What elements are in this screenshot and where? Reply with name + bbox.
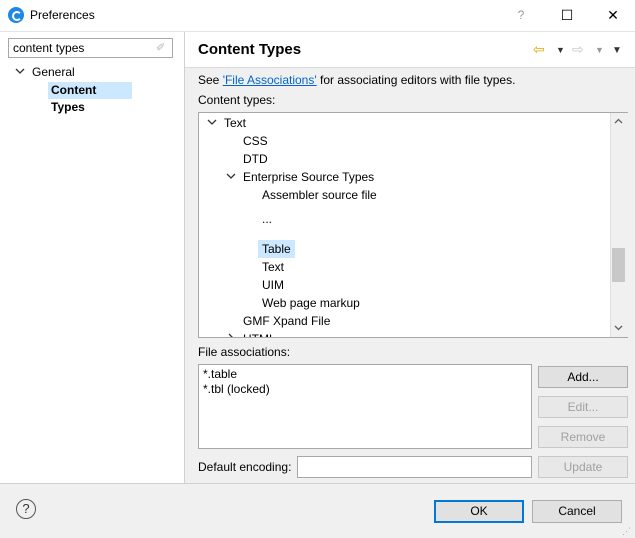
cancel-button[interactable]: Cancel — [532, 500, 622, 523]
vertical-scrollbar[interactable] — [610, 113, 628, 337]
file-associations-link[interactable]: 'File Associations' — [223, 73, 317, 87]
tree-item[interactable]: GMF Xpand File — [243, 312, 330, 330]
scroll-up-icon[interactable] — [614, 116, 623, 126]
tree-expander[interactable] — [226, 330, 236, 337]
clear-filter-icon[interactable]: ✐ — [156, 42, 168, 54]
file-associations-list[interactable] — [198, 364, 532, 449]
tree-item[interactable]: CSS — [243, 132, 268, 150]
tree-item[interactable]: Assembler source file — [262, 186, 377, 204]
maximize-button[interactable]: ☐ — [544, 0, 590, 31]
tree-expander[interactable] — [207, 114, 217, 132]
divider — [0, 483, 635, 484]
nav-item-content-types[interactable]: Content Types — [48, 82, 132, 114]
tree-item[interactable]: Web page markup — [262, 294, 360, 312]
window-title: Preferences — [30, 8, 95, 22]
ok-button[interactable]: OK — [434, 500, 524, 523]
description-suffix: for associating editors with file types. — [316, 73, 516, 87]
tree-item[interactable]: Text — [224, 114, 246, 132]
tree-item[interactable]: UIM — [262, 276, 284, 294]
default-encoding-label: Default encoding: — [198, 460, 292, 474]
filter-input[interactable] — [9, 39, 153, 57]
back-arrow-icon[interactable]: ⇦ — [533, 42, 545, 56]
add-button[interactable]: Add... — [538, 366, 628, 388]
tree-item[interactable]: HTML — [243, 330, 276, 337]
page-title: Content Types — [198, 41, 302, 58]
remove-button[interactable]: Remove — [538, 426, 628, 448]
resize-grip-icon[interactable]: ⋰ — [622, 526, 631, 537]
default-encoding-field[interactable] — [297, 456, 532, 478]
description: See 'File Associations' for associating … — [198, 73, 515, 87]
back-history-menu-icon[interactable]: ▼ — [556, 45, 565, 55]
window-help-button[interactable]: ? — [498, 0, 544, 31]
content-types-label: Content types: — [198, 93, 276, 107]
help-icon[interactable]: ? — [16, 499, 36, 519]
file-associations-label: File associations: — [198, 345, 291, 359]
forward-arrow-icon[interactable]: ⇨ — [572, 42, 584, 56]
forward-history-menu-icon[interactable]: ▼ — [595, 45, 604, 55]
content-types-tree[interactable]: Text CSS DTD Enterprise Source Types Ass… — [198, 112, 628, 338]
nav-item-general[interactable]: General — [32, 65, 75, 79]
chevron-down-icon[interactable] — [15, 66, 25, 79]
filter-field[interactable] — [8, 38, 173, 58]
preferences-nav-pane — [0, 32, 185, 483]
list-item[interactable]: *.tbl (locked) — [203, 382, 270, 396]
description-prefix: See — [198, 73, 223, 87]
tree-item[interactable]: Enterprise Source Types — [243, 168, 374, 186]
tree-item[interactable]: DTD — [243, 150, 268, 168]
list-item[interactable]: *.table — [203, 367, 237, 381]
tree-expander[interactable] — [226, 168, 236, 186]
close-button[interactable]: ✕ — [590, 0, 635, 31]
edit-button[interactable]: Edit... — [538, 396, 628, 418]
tree-item-ellipsis: ... — [262, 212, 273, 226]
app-icon — [8, 7, 24, 23]
tree-item[interactable]: Text — [262, 258, 284, 276]
scrollbar-thumb[interactable] — [612, 248, 625, 282]
tree-item-selected[interactable]: Table — [258, 240, 295, 258]
scroll-down-icon[interactable] — [614, 323, 623, 333]
view-menu-icon[interactable]: ▼ — [612, 45, 622, 56]
update-button[interactable]: Update — [538, 456, 628, 478]
